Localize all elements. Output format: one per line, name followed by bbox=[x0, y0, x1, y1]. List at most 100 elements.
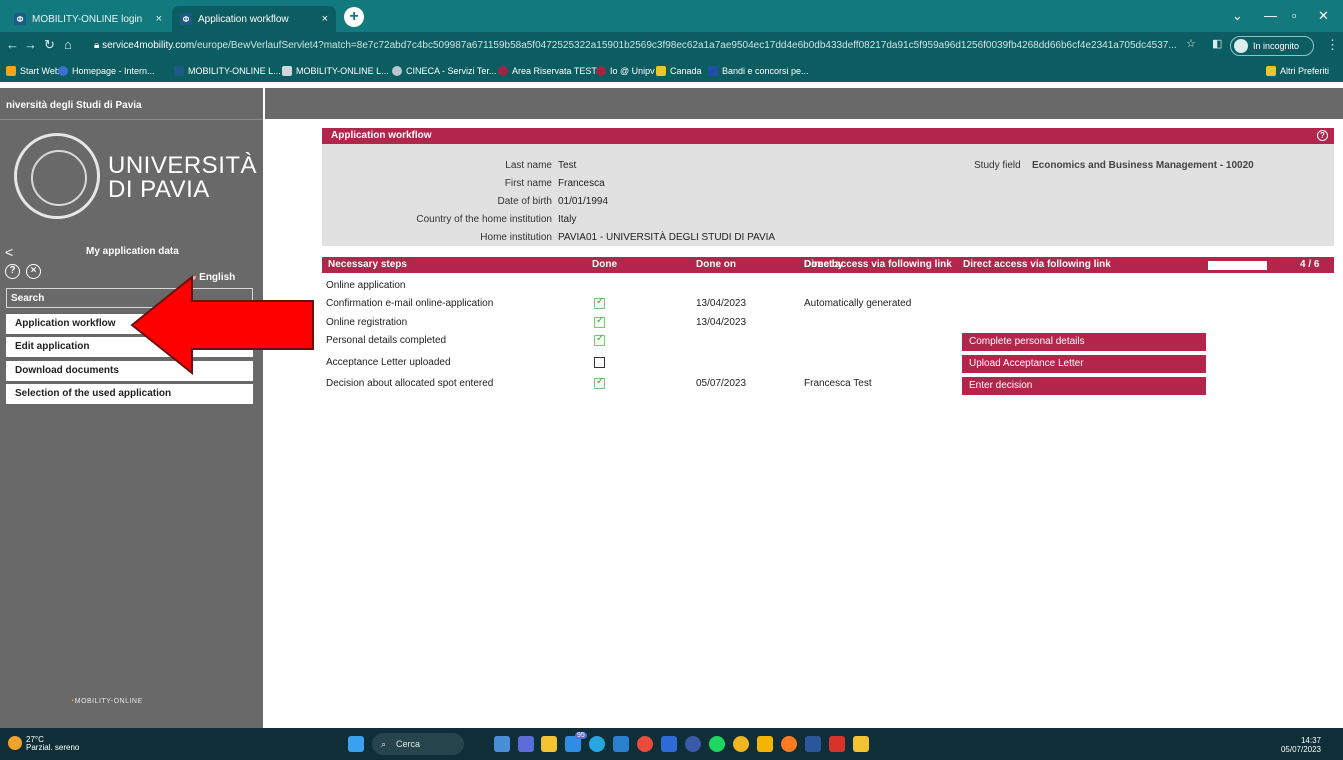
folder-icon bbox=[1266, 66, 1276, 76]
calendar-icon[interactable] bbox=[661, 736, 677, 752]
chrome-icon[interactable] bbox=[637, 736, 653, 752]
other-bookmarks[interactable]: Altri Preferiti bbox=[1266, 60, 1329, 82]
bookmark-icon bbox=[498, 66, 508, 76]
bookmark-icon bbox=[58, 66, 68, 76]
start-icon[interactable] bbox=[348, 736, 364, 752]
bookmark-star-icon[interactable]: ☆ bbox=[1186, 37, 1196, 50]
meet-icon[interactable] bbox=[518, 736, 534, 752]
bookmark-item[interactable]: MOBILITY-ONLINE L... bbox=[282, 60, 389, 82]
bookmark-icon bbox=[392, 66, 402, 76]
col-done: Done bbox=[592, 259, 617, 270]
help-icon[interactable]: ? bbox=[5, 264, 20, 279]
last-name-value: Test bbox=[558, 160, 577, 171]
bookmark-item[interactable]: Bandi e concorsi pe... bbox=[708, 60, 809, 82]
reload-icon[interactable]: ↻ bbox=[44, 37, 55, 53]
bookmark-item[interactable]: CINECA - Servizi Ter... bbox=[392, 60, 496, 82]
progress-bar bbox=[1208, 261, 1267, 270]
lock-app-icon[interactable] bbox=[853, 736, 869, 752]
bookmark-icon bbox=[596, 66, 606, 76]
progress-text: 4 / 6 bbox=[1300, 259, 1320, 270]
done-checkbox bbox=[594, 376, 605, 389]
logo-line1: UNIVERSITÀ bbox=[108, 152, 258, 179]
firefox-icon[interactable] bbox=[781, 736, 797, 752]
app-icon[interactable] bbox=[685, 736, 701, 752]
url-field[interactable]: 🔒︎ service4mobility.com/europe/BewVerlau… bbox=[88, 36, 1210, 56]
taskbar-search[interactable]: ⌕ Cerca bbox=[372, 733, 464, 755]
institution-value: PAVIA01 - UNIVERSITÀ DEGLI STUDI DI PAVI… bbox=[558, 232, 776, 243]
bookmark-item[interactable]: Start Web bbox=[6, 60, 60, 82]
minimize-icon[interactable]: — bbox=[1264, 8, 1277, 23]
chrome-profile-icon[interactable] bbox=[733, 736, 749, 752]
first-name-label: First name bbox=[504, 178, 552, 189]
new-tab-button[interactable]: + bbox=[344, 7, 364, 27]
menu-selection-used-application[interactable]: Selection of the used application bbox=[6, 384, 253, 404]
step-name: Confirmation e-mail online-application bbox=[326, 298, 494, 309]
mobility-favicon-icon: Φ bbox=[14, 13, 26, 25]
lock-icon: 🔒︎ bbox=[94, 40, 103, 51]
bookmark-label: MOBILITY-ONLINE L... bbox=[188, 66, 281, 76]
tab-mobility-login[interactable]: Φ MOBILITY-ONLINE login × bbox=[6, 6, 170, 32]
sidebar: niversità degli Studi di Pavia UNIVERSIT… bbox=[0, 88, 263, 728]
notification-badge: 95 bbox=[575, 732, 587, 739]
bookmarks-bar: Start Web Homepage - Intern... MOBILITY-… bbox=[0, 60, 1343, 82]
bookmark-item[interactable]: Canada bbox=[656, 60, 702, 82]
study-field-value: Economics and Business Management - 1002… bbox=[1032, 160, 1254, 171]
help-icon[interactable]: ? bbox=[1317, 130, 1328, 141]
close-window-icon[interactable]: ✕ bbox=[1318, 8, 1329, 24]
explorer-icon[interactable] bbox=[541, 736, 557, 752]
edge-icon[interactable] bbox=[589, 736, 605, 752]
done-checkbox bbox=[594, 296, 605, 309]
store-icon[interactable] bbox=[613, 736, 629, 752]
bookmark-label: Canada bbox=[670, 66, 702, 76]
university-header: niversità degli Studi di Pavia bbox=[0, 88, 263, 120]
bookmark-label: Io @ Unipv bbox=[610, 66, 655, 76]
folder-icon bbox=[656, 66, 666, 76]
bookmark-item[interactable]: Io @ Unipv bbox=[596, 60, 655, 82]
forward-icon[interactable]: → bbox=[24, 37, 37, 52]
bookmark-item[interactable]: Area Riservata TEST bbox=[498, 60, 597, 82]
browser-tab-bar: Φ MOBILITY-ONLINE login × Φ Application … bbox=[0, 0, 1343, 32]
bookmark-label: CINECA - Servizi Ter... bbox=[406, 66, 497, 76]
taskbar-search-label: Cerca bbox=[396, 739, 421, 749]
step-done-by: Francesca Test bbox=[804, 378, 872, 389]
step-done-on: 13/04/2023 bbox=[696, 298, 747, 309]
word-icon[interactable] bbox=[805, 736, 821, 752]
spotify-icon[interactable] bbox=[709, 736, 725, 752]
close-icon[interactable]: × bbox=[26, 264, 41, 279]
enter-decision-button[interactable]: Enter decision bbox=[962, 377, 1206, 395]
tab-application-workflow[interactable]: Φ Application workflow × bbox=[172, 6, 336, 32]
bookmark-icon bbox=[282, 66, 292, 76]
applicant-info: Last name Test First name Francesca Date… bbox=[322, 144, 1334, 246]
back-icon[interactable]: ← bbox=[6, 37, 19, 52]
clock-date: 05/07/2023 bbox=[1280, 745, 1321, 754]
close-tab-icon[interactable]: × bbox=[156, 13, 162, 25]
system-clock[interactable]: 14:37 05/07/2023 bbox=[1281, 736, 1321, 754]
my-application-data-title: My application data bbox=[86, 246, 179, 257]
bookmark-icon bbox=[708, 66, 718, 76]
bookmark-label: Start Web bbox=[20, 66, 60, 76]
step-name: Online registration bbox=[326, 317, 408, 328]
collapse-sidebar-icon[interactable]: < bbox=[5, 244, 13, 260]
close-tab-icon[interactable]: × bbox=[322, 13, 328, 25]
bookmark-label: Homepage - Intern... bbox=[72, 66, 155, 76]
sticky-notes-icon[interactable] bbox=[757, 736, 773, 752]
step-name: Decision about allocated spot entered bbox=[326, 378, 494, 389]
not-done-checkbox bbox=[594, 357, 605, 368]
upload-acceptance-letter-button[interactable]: Upload Acceptance Letter bbox=[962, 355, 1206, 373]
bookmark-item[interactable]: MOBILITY-ONLINE L... bbox=[174, 60, 281, 82]
more-menu-icon[interactable]: ⋮ bbox=[1326, 37, 1339, 53]
bookmark-item[interactable]: Homepage - Intern... bbox=[58, 60, 155, 82]
incognito-badge[interactable]: In incognito bbox=[1230, 36, 1314, 56]
header-band bbox=[265, 88, 1343, 119]
taskview-icon[interactable] bbox=[494, 736, 510, 752]
bookmark-icon bbox=[174, 66, 184, 76]
university-logo-text: UNIVERSITÀ DI PAVIA bbox=[108, 154, 257, 202]
home-icon[interactable]: ⌂ bbox=[64, 37, 72, 52]
tab-search-icon[interactable]: ⌄ bbox=[1232, 8, 1243, 24]
complete-personal-details-button[interactable]: Complete personal details bbox=[962, 333, 1206, 351]
step-done-on: 13/04/2023 bbox=[696, 317, 747, 328]
weather-widget[interactable]: 27°C Parzial. sereno bbox=[8, 736, 79, 752]
restore-icon[interactable]: ▫ bbox=[1292, 8, 1297, 23]
acrobat-icon[interactable] bbox=[829, 736, 845, 752]
side-panel-icon[interactable]: ◧ bbox=[1212, 37, 1222, 50]
